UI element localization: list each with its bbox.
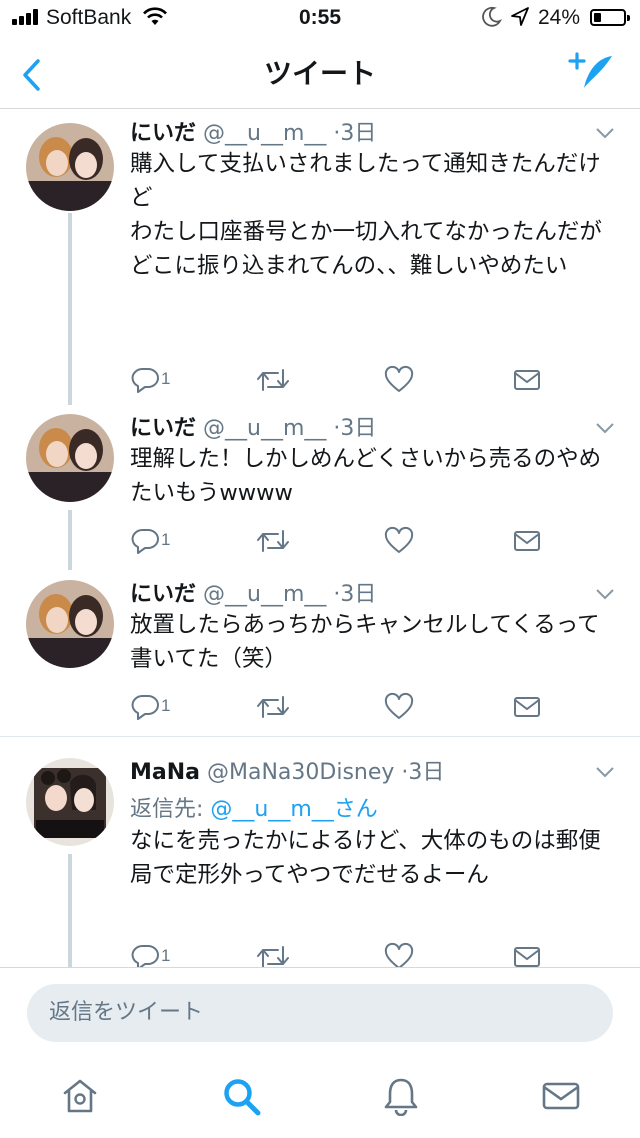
- dm-button[interactable]: [512, 365, 542, 399]
- tweet-text: 放置したらあっちからキャンセルしてくるって書いてた（笑）: [130, 612, 600, 672]
- author-handle[interactable]: @MaNa30Disney: [207, 760, 394, 785]
- battery-percent: 24%: [538, 6, 581, 29]
- like-button[interactable]: [384, 365, 414, 399]
- retweet-icon: [257, 369, 289, 391]
- like-icon: [384, 942, 414, 967]
- timestamp[interactable]: 3日: [408, 760, 444, 785]
- tweet-actions: 1: [130, 942, 550, 967]
- reply-context: 返信先: @__u__m__さん: [130, 791, 378, 823]
- tweet[interactable]: にいだ @__u__m__ ·3日 理解した！しかしめんどくさいから売るのやめた…: [0, 410, 640, 570]
- reply-bar: 返信をツイート: [0, 967, 640, 1056]
- tweet[interactable]: にいだ @__u__m__ ·3日 購入して支払いされましたって通知きたんだけど…: [0, 115, 640, 405]
- chevron-down-icon[interactable]: [595, 422, 615, 434]
- author-name[interactable]: MaNa: [130, 760, 200, 785]
- timestamp[interactable]: 3日: [340, 416, 376, 441]
- retweet-icon: [257, 696, 289, 718]
- reply-button[interactable]: 1: [130, 365, 170, 399]
- messages-icon[interactable]: [541, 1076, 581, 1116]
- reply-count: 1: [161, 530, 171, 549]
- retweet-button[interactable]: [256, 365, 290, 399]
- reply-count: 1: [161, 369, 171, 388]
- timestamp[interactable]: 3日: [340, 121, 376, 146]
- dm-icon: [514, 697, 540, 717]
- avatar[interactable]: [26, 414, 114, 502]
- avatar[interactable]: [26, 123, 114, 211]
- dm-button[interactable]: [512, 942, 542, 967]
- tweet-actions: 1: [130, 692, 550, 722]
- divider: [0, 736, 640, 737]
- retweet-button[interactable]: [256, 692, 290, 726]
- conversation-timeline[interactable]: にいだ @__u__m__ ·3日 購入して支払いされましたって通知きたんだけど…: [0, 109, 640, 967]
- reply-button[interactable]: 1: [130, 692, 170, 726]
- reply-icon: [131, 368, 159, 393]
- page-title: ツイート: [263, 57, 376, 90]
- tweet[interactable]: MaNa @MaNa30Disney ·3日 返信先: @__u__m__さん …: [0, 754, 640, 967]
- tweet-text: 理解した！しかしめんどくさいから売るのやめたいもうwwww: [130, 446, 602, 506]
- dm-icon: [514, 531, 540, 551]
- tweet-actions: 1: [130, 526, 550, 556]
- tab-bar: [0, 1056, 640, 1138]
- like-button[interactable]: [384, 526, 414, 560]
- moon-icon: [482, 6, 502, 27]
- like-icon: [384, 526, 414, 553]
- search-icon[interactable]: [221, 1076, 263, 1118]
- compose-tweet-icon[interactable]: [568, 52, 616, 92]
- chevron-down-icon[interactable]: [595, 588, 615, 600]
- like-icon: [384, 692, 414, 719]
- notifications-icon[interactable]: [382, 1076, 420, 1116]
- retweet-button[interactable]: [256, 526, 290, 560]
- tweet-text: 購入して支払いされましたって通知きたんだけど わたし口座番号とか一切入れてなかっ…: [130, 151, 602, 279]
- tweet-actions: 1: [130, 365, 550, 395]
- battery-icon: [590, 9, 630, 26]
- author-name[interactable]: にいだ: [130, 416, 196, 441]
- author-handle[interactable]: @__u__m__: [203, 416, 326, 441]
- dm-button[interactable]: [512, 526, 542, 560]
- chevron-down-icon[interactable]: [595, 766, 615, 778]
- reply-prefix: 返信先:: [130, 797, 211, 822]
- reply-button[interactable]: 1: [130, 526, 170, 560]
- dm-icon: [514, 370, 540, 390]
- avatar[interactable]: [26, 580, 114, 668]
- reply-icon: [131, 529, 159, 554]
- reply-count: 1: [161, 946, 171, 965]
- status-bar: SoftBank 0:55 24%: [0, 0, 640, 38]
- chevron-down-icon[interactable]: [595, 127, 615, 139]
- author-handle[interactable]: @__u__m__: [203, 121, 326, 146]
- tweet-text: なにを売ったかによるけど、大体のものは郵便局で定形外ってやつでだせるよーん: [130, 828, 601, 888]
- nav-bar: ツイート: [0, 38, 640, 109]
- author-handle[interactable]: @__u__m__: [203, 582, 326, 607]
- retweet-icon: [257, 946, 289, 967]
- author-name[interactable]: にいだ: [130, 582, 196, 607]
- dm-icon: [514, 947, 540, 967]
- reply-input[interactable]: 返信をツイート: [27, 984, 613, 1042]
- retweet-icon: [257, 530, 289, 552]
- tweet[interactable]: にいだ @__u__m__ ·3日 放置したらあっちからキャンセルしてくるって書…: [0, 576, 640, 736]
- reply-icon: [131, 945, 159, 967]
- like-icon: [384, 365, 414, 392]
- dm-button[interactable]: [512, 692, 542, 726]
- reply-count: 1: [161, 696, 171, 715]
- avatar[interactable]: [26, 758, 114, 846]
- home-icon[interactable]: [60, 1076, 100, 1116]
- location-arrow-icon: [511, 7, 529, 26]
- author-name[interactable]: にいだ: [130, 121, 196, 146]
- retweet-button[interactable]: [256, 942, 290, 967]
- reply-mention-link[interactable]: @__u__m__さん: [210, 797, 377, 822]
- like-button[interactable]: [384, 692, 414, 726]
- reply-button[interactable]: 1: [130, 942, 170, 967]
- timestamp[interactable]: 3日: [340, 582, 376, 607]
- reply-icon: [131, 695, 159, 720]
- like-button[interactable]: [384, 942, 414, 967]
